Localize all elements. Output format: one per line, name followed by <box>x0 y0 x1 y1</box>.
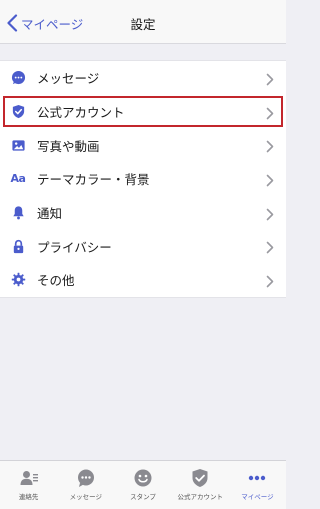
settings-item-message[interactable]: メッセージ <box>0 61 286 95</box>
tab-label: 公式アカウント <box>177 493 223 501</box>
settings-item-label: 通知 <box>37 206 63 222</box>
chevron-right-icon <box>266 71 276 86</box>
tab-label: メッセージ <box>69 493 102 501</box>
chat-bubble-icon <box>76 468 96 488</box>
navigation-bar: マイページ 設定 <box>0 0 286 44</box>
contacts-icon <box>19 468 39 488</box>
tab-official-accounts[interactable]: 公式アカウント <box>172 461 229 509</box>
chevron-right-icon <box>266 138 276 153</box>
shield-check-icon <box>190 468 210 488</box>
settings-item-other[interactable]: その他 <box>0 263 286 297</box>
tab-stamps[interactable]: スタンプ <box>114 461 171 509</box>
tab-label: マイページ <box>241 493 274 501</box>
tab-label: 連絡先 <box>18 493 39 501</box>
chat-bubble-icon <box>10 70 26 86</box>
tab-label: スタンプ <box>130 493 156 501</box>
chevron-right-icon <box>266 172 276 187</box>
gear-icon <box>10 272 26 288</box>
tab-mypage[interactable]: マイページ <box>229 461 286 509</box>
bell-icon <box>10 205 26 221</box>
chevron-right-icon <box>266 273 276 288</box>
settings-item-label: 公式アカウント <box>37 105 125 121</box>
chevron-right-icon <box>266 239 276 254</box>
tab-bar: 連絡先 メッセージ スタンプ 公式アカウント マイページ <box>0 460 286 509</box>
settings-item-official-account[interactable]: 公式アカウント <box>0 95 286 129</box>
settings-item-label: 写真や動画 <box>37 138 100 154</box>
chevron-right-icon <box>266 206 276 220</box>
aa-text-icon: Aa <box>10 172 26 186</box>
page-title: 設定 <box>130 17 156 32</box>
lock-icon <box>10 238 26 254</box>
tab-contacts[interactable]: 連絡先 <box>0 461 57 509</box>
shield-check-icon <box>10 104 26 120</box>
settings-item-label: プライバシー <box>37 239 112 255</box>
more-dots-icon <box>247 468 267 488</box>
chevron-right-icon <box>266 105 276 119</box>
smiley-icon <box>133 468 153 488</box>
photo-icon <box>10 137 26 153</box>
settings-item-privacy[interactable]: プライバシー <box>0 229 286 263</box>
settings-item-label: テーマカラー・背景 <box>37 172 150 188</box>
settings-list: メッセージ 公式アカウント 写真や動画 Aa テーマカラー・背景 通知 プライバ… <box>0 60 286 298</box>
settings-item-theme-background[interactable]: Aa テーマカラー・背景 <box>0 162 286 196</box>
tab-messages[interactable]: メッセージ <box>57 461 114 509</box>
settings-item-label: その他 <box>37 273 75 289</box>
settings-item-photos-videos[interactable]: 写真や動画 <box>0 128 286 162</box>
settings-item-label: メッセージ <box>37 71 100 87</box>
settings-screen: マイページ 設定 メッセージ 公式アカウント 写真や動画 Aa テーマカラー・背… <box>0 0 286 509</box>
settings-item-notifications[interactable]: 通知 <box>0 196 286 230</box>
